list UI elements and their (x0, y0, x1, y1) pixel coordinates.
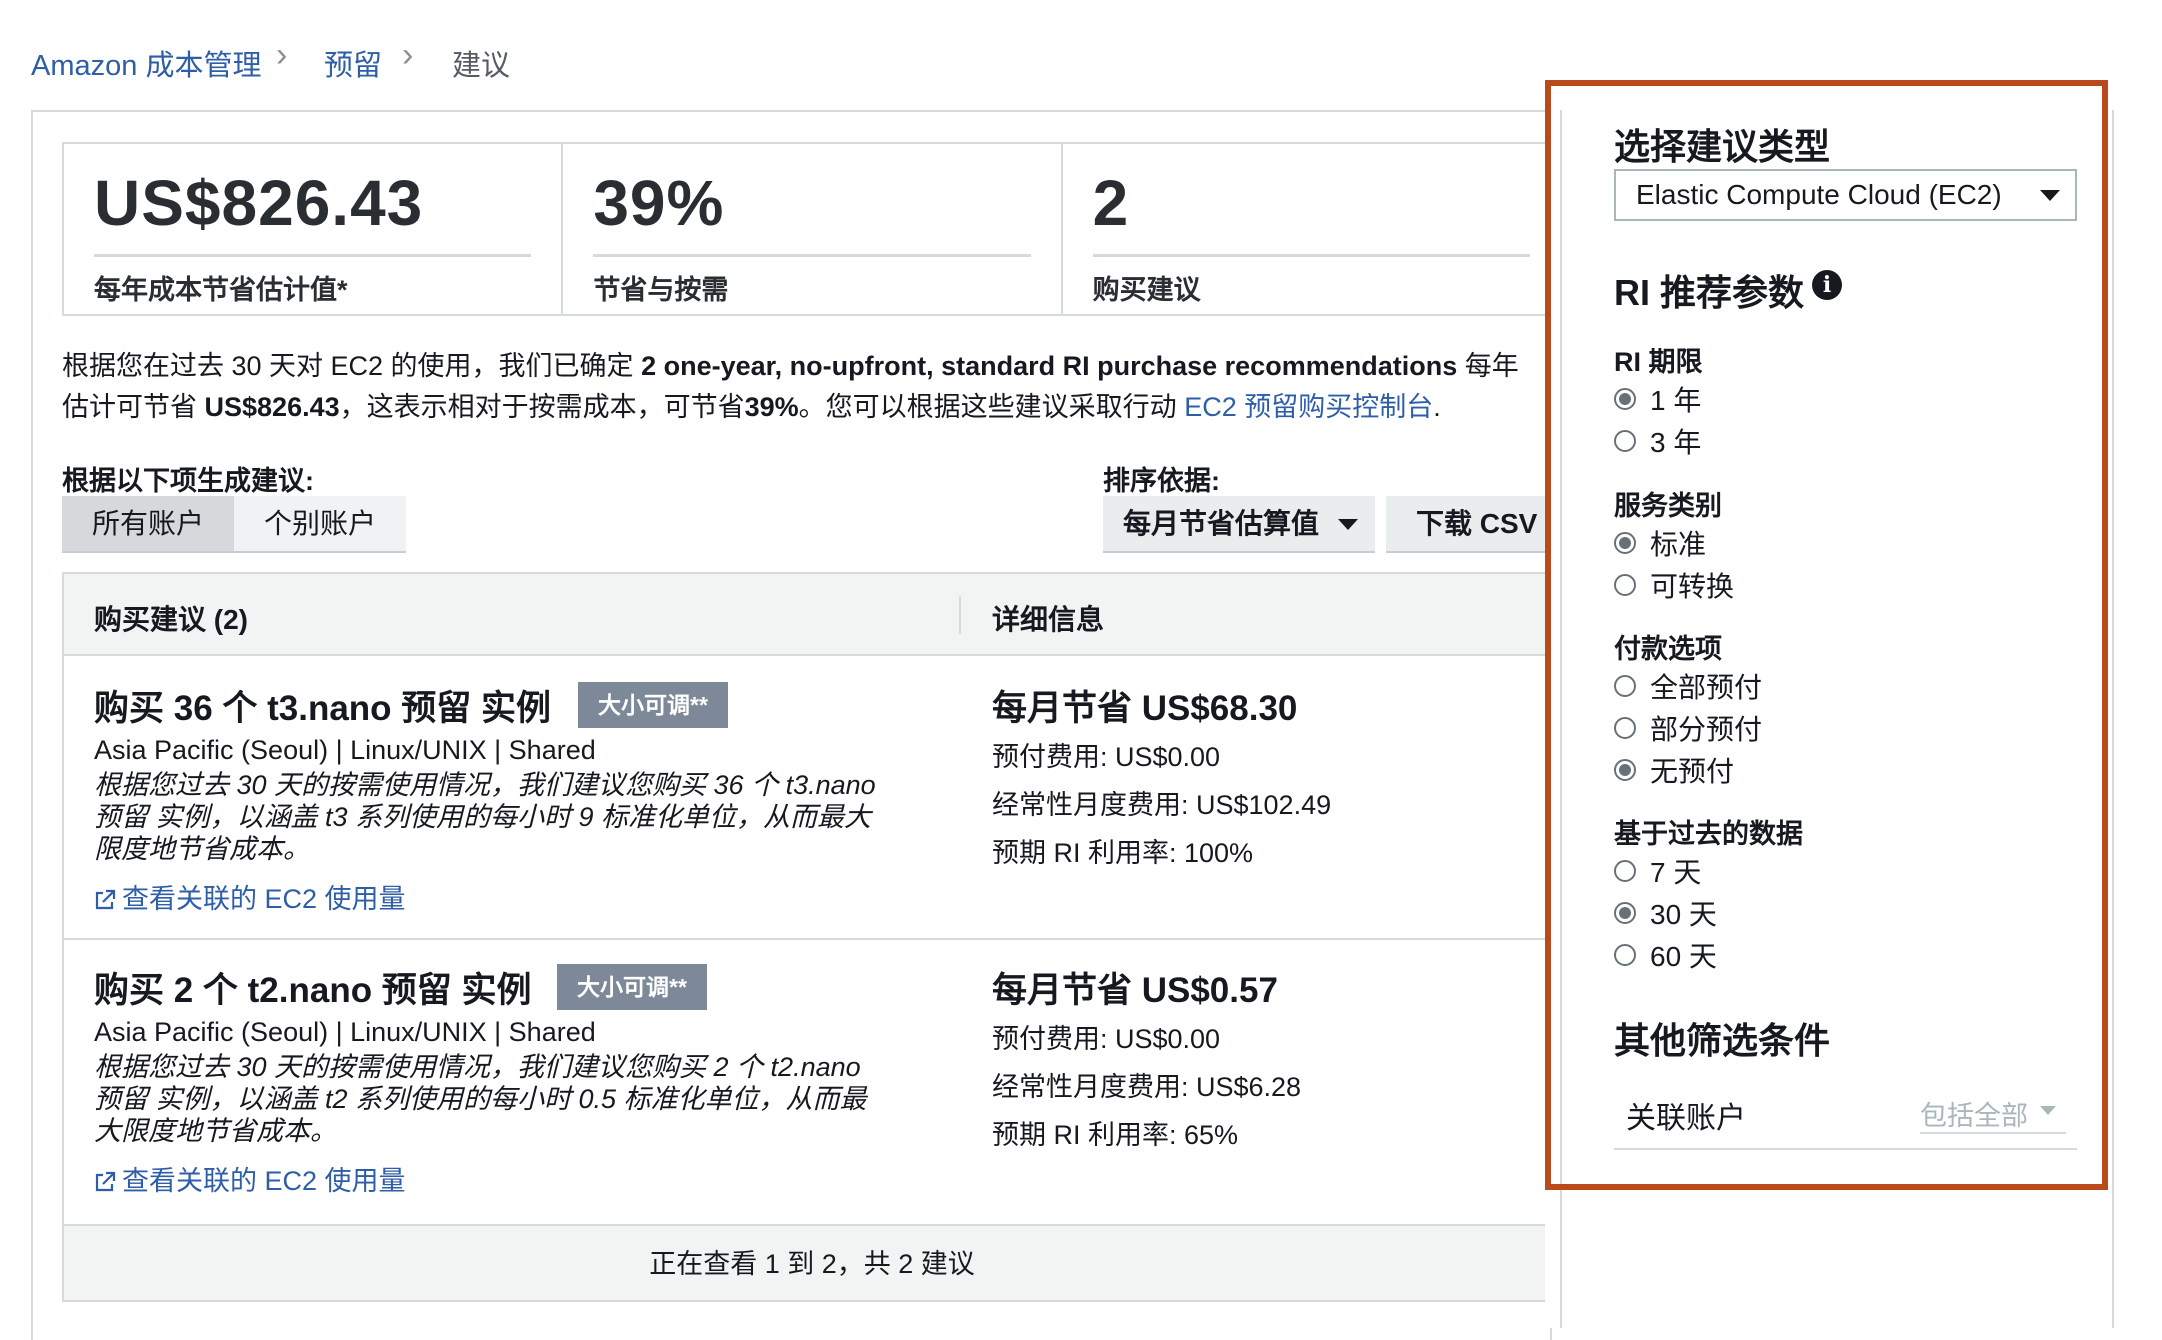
stat-value: US$826.43 (94, 167, 424, 239)
term-3-year-radio[interactable]: 3 年 (1614, 421, 1701, 461)
stat-value: 39% (593, 167, 725, 239)
row-note: 根据您过去 30 天的按需使用情况，我们建议您购买 2 个 t2.nano 预留… (94, 1052, 867, 1146)
breadcrumb-reservations[interactable]: 预留 (324, 42, 382, 84)
caret-down-icon (1338, 519, 1358, 530)
header-details: 详细信息 (992, 604, 1105, 635)
row-title: 购买 36 个 t3.nano 预留 实例 (94, 689, 552, 728)
recommendation-type-select[interactable]: Elastic Compute Cloud (EC2) (1614, 169, 2077, 221)
expected-utilization: 预期 RI 利用率: 100% (992, 838, 1254, 868)
view-ec2-usage-link[interactable]: 查看关联的 EC2 使用量 (94, 877, 406, 916)
ri-params-heading: RI 推荐参数 (1614, 272, 1805, 313)
pagination-summary: 正在查看 1 到 2，共 2 建议 (64, 1224, 1560, 1300)
caret-down-icon (2040, 1106, 2056, 1115)
individual-accounts-button[interactable]: 个别账户 (234, 496, 407, 551)
stat-label: 节省与按需 (593, 275, 729, 305)
upfront-cost: 预付费用: US$0.00 (992, 742, 1221, 772)
recommendation-description: 根据您在过去 30 天对 EC2 的使用，我们已确定 2 one-year, n… (62, 351, 1519, 422)
payment-partial-upfront-radio[interactable]: 部分预付 (1614, 708, 1762, 748)
linked-account-select[interactable]: 包括全部 (1920, 1094, 2028, 1133)
summary-stats: US$826.43 每年成本节省估计值* 39% 节省与按需 2 购买建议 (62, 142, 1562, 316)
chevron-right-icon: › (402, 36, 414, 74)
stat-label: 购买建议 (1092, 275, 1201, 305)
account-scope-toggle: 所有账户 个别账户 (62, 496, 407, 551)
recurring-cost: 经常性月度费用: US$102.49 (992, 790, 1332, 820)
chevron-right-icon: › (276, 36, 288, 74)
monthly-saving: 每月节省 US$0.57 (992, 971, 1278, 1010)
stat-value: 2 (1092, 167, 1130, 239)
header-recommendations: 购买建议 (2) (94, 604, 249, 635)
row-subtitle: Asia Pacific (Seoul) | Linux/UNIX | Shar… (94, 735, 596, 765)
payment-all-upfront-radio[interactable]: 全部预付 (1614, 666, 1762, 706)
sort-label: 排序依据: (1103, 466, 1220, 496)
class-convertible-radio[interactable]: 可转换 (1614, 565, 1734, 605)
breadcrumb-current: 建议 (452, 50, 511, 82)
monthly-saving: 每月节省 US$68.30 (992, 689, 1298, 728)
expected-utilization: 预期 RI 利用率: 65% (992, 1120, 1239, 1150)
upfront-cost: 预付费用: US$0.00 (992, 1024, 1221, 1054)
all-accounts-button[interactable]: 所有账户 (62, 496, 235, 551)
term-1-year-radio[interactable]: 1 年 (1614, 379, 1701, 419)
external-link-icon (95, 1171, 116, 1192)
stat-label: 每年成本节省估计值* (94, 275, 348, 305)
external-link-icon (95, 889, 116, 910)
payment-no-upfront-radio[interactable]: 无预付 (1614, 750, 1734, 790)
offering-class-label: 服务类别 (1614, 491, 1722, 521)
sort-dropdown[interactable]: 每月节省估算值 (1103, 496, 1375, 551)
payment-option-label: 付款选项 (1614, 634, 1722, 664)
recommendations-table: 购买建议 (2) 详细信息 购买 36 个 t3.nano 预留 实例 大小可调… (62, 572, 1562, 1302)
class-standard-radio[interactable]: 标准 (1614, 523, 1706, 563)
stat-savings-percent: 39% 节省与按需 (563, 144, 1063, 314)
row-note: 根据您过去 30 天的按需使用情况，我们建议您购买 36 个 t3.nano 预… (94, 770, 876, 864)
info-icon[interactable]: i (1812, 270, 1842, 300)
row-title: 购买 2 个 t2.nano 预留 实例 (94, 971, 532, 1010)
view-ec2-usage-link[interactable]: 查看关联的 EC2 使用量 (94, 1159, 406, 1198)
caret-down-icon (2040, 190, 2060, 201)
size-flexible-badge: 大小可调** (557, 964, 707, 1010)
breadcrumb-cost-management[interactable]: Amazon 成本管理 (31, 42, 261, 84)
lookback-60-days-radio[interactable]: 60 天 (1614, 935, 1717, 975)
download-csv-button[interactable]: 下载 CSV (1386, 496, 1561, 551)
ec2-purchase-console-link[interactable]: EC2 预留购买控制台 (1184, 392, 1433, 422)
table-header: 购买建议 (2) 详细信息 (64, 574, 1560, 656)
generate-label: 根据以下项生成建议: (62, 466, 314, 496)
lookback-label: 基于过去的数据 (1614, 819, 1803, 849)
term-label: RI 期限 (1614, 347, 1703, 377)
size-flexible-badge: 大小可调** (578, 682, 728, 728)
recommendation-type-heading: 选择建议类型 (1614, 126, 1831, 167)
stat-purchase-count: 2 购买建议 (1063, 144, 1560, 314)
other-filters-heading: 其他筛选条件 (1614, 1020, 1831, 1061)
linked-account-label: 关联账户 (1626, 1102, 1746, 1135)
sort-value: 每月节省估算值 (1123, 508, 1320, 539)
lookback-7-days-radio[interactable]: 7 天 (1614, 851, 1701, 891)
lookback-30-days-radio[interactable]: 30 天 (1614, 893, 1717, 933)
row-subtitle: Asia Pacific (Seoul) | Linux/UNIX | Shar… (94, 1017, 596, 1047)
recurring-cost: 经常性月度费用: US$6.28 (992, 1072, 1302, 1102)
stat-annual-savings: US$826.43 每年成本节省估计值* (64, 144, 564, 314)
